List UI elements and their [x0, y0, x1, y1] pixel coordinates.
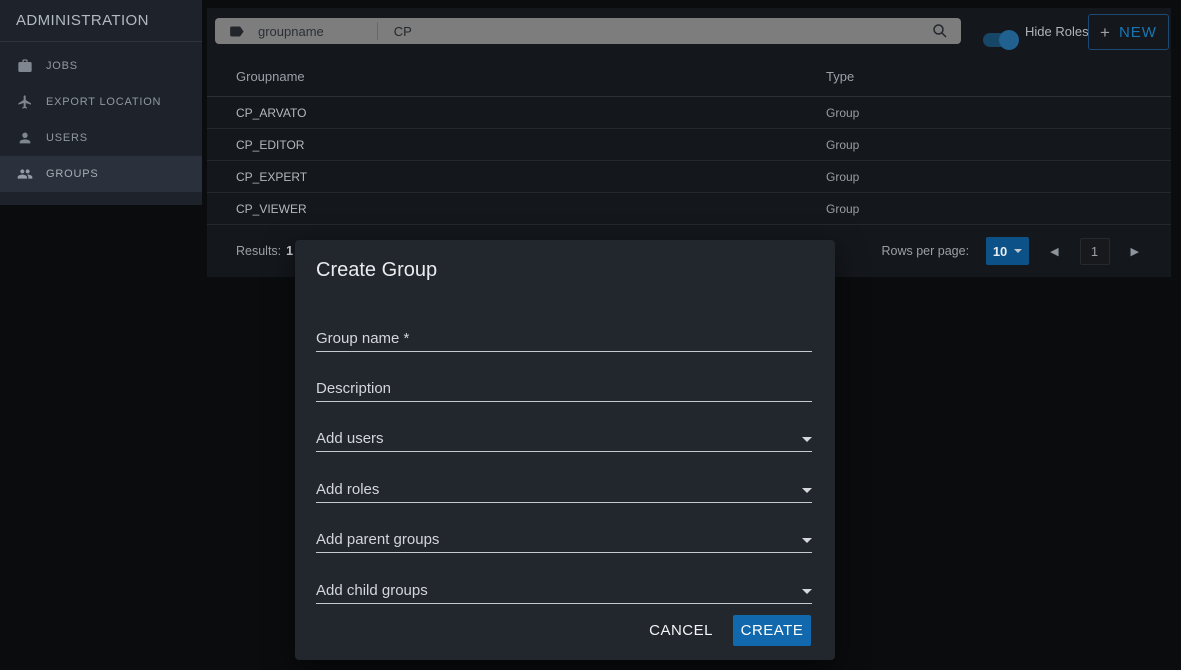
- column-header-type: Type: [826, 55, 854, 97]
- search-input[interactable]: CP: [394, 24, 931, 39]
- field-label: Add roles: [316, 481, 379, 498]
- sidebar-item-jobs[interactable]: JOBS: [0, 48, 202, 84]
- results-label: Results:: [236, 244, 281, 258]
- cell-groupname: CP_EDITOR: [236, 129, 304, 161]
- sidebar-item-label: EXPORT LOCATION: [46, 96, 161, 108]
- results-count: Results: 1 -: [236, 225, 301, 277]
- field-label: Add child groups: [316, 582, 428, 599]
- airplane-icon: [17, 94, 33, 110]
- search-bar[interactable]: groupname CP: [215, 18, 961, 44]
- hide-roles-toggle[interactable]: [983, 33, 1017, 47]
- dialog-actions: CANCEL CREATE: [639, 615, 811, 646]
- table-row[interactable]: CP_VIEWER Group: [207, 193, 1171, 225]
- chevron-down-icon: [802, 437, 812, 442]
- table-header: Groupname Type: [207, 55, 1171, 97]
- rows-per-page-label: Rows per page:: [882, 244, 970, 258]
- groups-panel: groupname CP Hide Roles + NEW Groupname …: [207, 8, 1171, 277]
- add-users-select[interactable]: Add users: [316, 430, 812, 452]
- page-number[interactable]: 1: [1080, 238, 1110, 265]
- chevron-left-icon[interactable]: ◀: [1046, 241, 1062, 262]
- chevron-down-icon: [802, 488, 812, 493]
- sidebar-item-users[interactable]: USERS: [0, 120, 202, 156]
- cell-groupname: CP_VIEWER: [236, 193, 307, 225]
- cell-groupname: CP_EXPERT: [236, 161, 307, 193]
- table-row[interactable]: CP_EXPERT Group: [207, 161, 1171, 193]
- dialog-title: Create Group: [316, 259, 437, 282]
- sidebar-nav: JOBS EXPORT LOCATION USERS GROUPS: [0, 42, 202, 192]
- field-label: Description: [316, 380, 391, 397]
- add-roles-select[interactable]: Add roles: [316, 481, 812, 503]
- chevron-down-icon: [802, 589, 812, 594]
- field-label: Add parent groups: [316, 531, 439, 548]
- rows-per-page-value: 10: [993, 244, 1007, 259]
- create-button[interactable]: CREATE: [733, 615, 811, 646]
- group-name-field[interactable]: Group name *: [316, 330, 812, 352]
- sidebar-item-groups[interactable]: GROUPS: [0, 156, 202, 192]
- description-field[interactable]: Description: [316, 380, 812, 402]
- cell-type: Group: [826, 161, 859, 193]
- toggle-knob: [999, 30, 1019, 50]
- label-icon: [228, 23, 245, 40]
- column-header-groupname: Groupname: [236, 55, 305, 97]
- table-row[interactable]: CP_EDITOR Group: [207, 129, 1171, 161]
- search-filter-tag: groupname: [258, 24, 324, 39]
- field-label: Add users: [316, 430, 384, 447]
- briefcase-icon: [17, 58, 33, 74]
- pagination: Rows per page: 10 ◀ 1 ▶: [882, 225, 1144, 277]
- sidebar: ADMINISTRATION JOBS EXPORT LOCATION USER…: [0, 0, 202, 205]
- user-icon: [17, 130, 33, 146]
- sidebar-item-export-location[interactable]: EXPORT LOCATION: [0, 84, 202, 120]
- search-icon[interactable]: [931, 22, 949, 40]
- chevron-right-icon[interactable]: ▶: [1127, 241, 1143, 262]
- field-label: Group name *: [316, 330, 409, 347]
- plus-icon: +: [1100, 24, 1110, 41]
- cancel-button[interactable]: CANCEL: [639, 615, 723, 646]
- rows-per-page-select[interactable]: 10: [986, 237, 1029, 265]
- sidebar-item-label: JOBS: [46, 60, 78, 72]
- cell-type: Group: [826, 129, 859, 161]
- search-divider: [377, 22, 378, 40]
- table-row[interactable]: CP_ARVATO Group: [207, 97, 1171, 129]
- add-parent-groups-select[interactable]: Add parent groups: [316, 531, 812, 553]
- cell-type: Group: [826, 97, 859, 129]
- sidebar-title: ADMINISTRATION: [0, 0, 202, 42]
- hide-roles-label: Hide Roles: [1025, 8, 1089, 55]
- users-icon: [17, 166, 33, 182]
- cell-type: Group: [826, 193, 859, 225]
- new-button[interactable]: + NEW: [1088, 14, 1169, 50]
- new-button-label: NEW: [1119, 24, 1157, 41]
- sidebar-item-label: GROUPS: [46, 168, 98, 180]
- create-group-dialog: Create Group Group name * Description Ad…: [295, 240, 835, 660]
- chevron-down-icon: [802, 538, 812, 543]
- add-child-groups-select[interactable]: Add child groups: [316, 582, 812, 604]
- toolbar: groupname CP Hide Roles + NEW: [207, 8, 1171, 55]
- sidebar-item-label: USERS: [46, 132, 88, 144]
- cell-groupname: CP_ARVATO: [236, 97, 306, 129]
- chevron-down-icon: [1014, 249, 1022, 253]
